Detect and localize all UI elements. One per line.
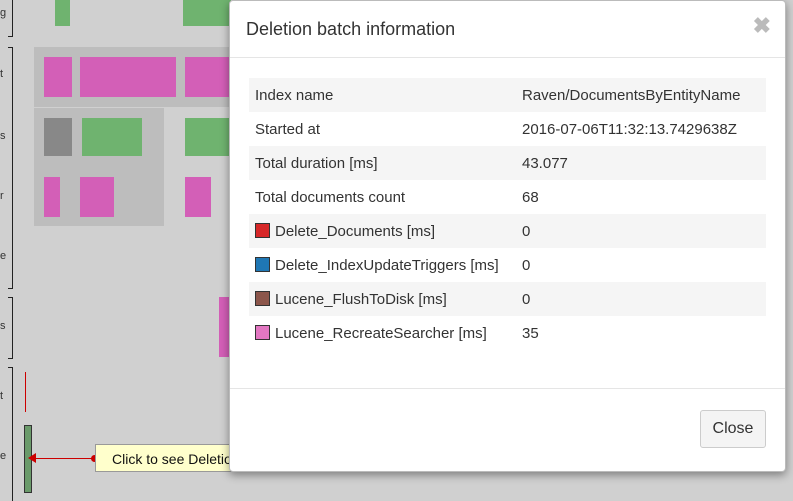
row-key-label: Lucene_RecreateSearcher [ms] [275,324,487,342]
row-value: 0 [522,256,531,274]
table-row: Delete_Documents [ms] 0 [249,214,766,248]
table-row: Delete_IndexUpdateTriggers [ms] 0 [249,248,766,282]
group-bracket [8,47,13,289]
row-key: Total duration [ms] [249,146,516,180]
dialog-footer: Close [230,388,785,471]
row-key-label: Total documents count [255,188,406,206]
row-value: 0 [522,222,531,240]
side-label: t [0,68,4,80]
group-bracket [8,297,13,359]
dialog-title: Deletion batch information [246,19,456,39]
group-bracket [8,367,13,501]
row-value: 0 [522,290,531,308]
group-bracket [8,0,13,37]
side-label: r [0,190,4,202]
table-row: Lucene_RecreateSearcher [ms] 35 [249,316,766,350]
table-row: Total duration [ms] 43.077 [249,146,766,180]
dialog-header: Deletion batch information ✖ [230,1,785,58]
row-key: Delete_IndexUpdateTriggers [ms] [249,248,516,282]
timeline-block [25,372,26,412]
timeline-block [80,57,176,97]
row-value: 43.077 [522,154,568,172]
row-key: Delete_Documents [ms] [249,214,516,248]
timeline-block [185,118,229,156]
side-label: e [0,250,7,262]
row-value: Raven/DocumentsByEntityName [522,86,741,104]
row-key-label: Started at [255,120,321,138]
row-key: Started at [249,112,516,146]
color-swatch-icon [255,222,270,238]
row-key-label: Total duration [ms] [255,154,378,172]
side-label: s [0,320,6,332]
row-key: Total documents count [249,180,516,214]
side-label: g [0,7,7,19]
timeline-block [185,177,211,217]
timeline-block [44,118,72,156]
table-row: Index name Raven/DocumentsByEntityName [249,78,766,112]
timeline-block [185,57,229,97]
timeline-block [44,57,72,97]
color-swatch-icon [255,256,270,272]
timeline-block [55,0,70,26]
row-key: Lucene_RecreateSearcher [ms] [249,316,516,350]
row-value: 35 [522,324,539,342]
close-icon[interactable]: ✖ [753,13,771,39]
deletion-batch-dialog: Deletion batch information ✖ Index name R… [229,0,786,472]
table-row: Lucene_FlushToDisk [ms] 0 [249,282,766,316]
side-label: e [0,450,7,462]
close-button[interactable]: Close [700,410,766,448]
info-table: Index name Raven/DocumentsByEntityName Sta… [249,78,766,350]
side-label: s [0,130,6,142]
color-swatch-icon [255,290,270,306]
color-swatch-icon [255,324,270,340]
side-label: t [0,390,4,402]
timeline-block [80,177,114,217]
timeline-block [44,177,60,217]
row-key-label: Delete_Documents [ms] [275,222,436,240]
row-key-label: Lucene_FlushToDisk [ms] [275,290,447,308]
row-key: Index name [249,78,516,112]
row-value: 68 [522,188,539,206]
table-row: Total documents count 68 [249,180,766,214]
row-key: Lucene_FlushToDisk [ms] [249,282,516,316]
timeline-block [183,0,231,26]
row-key-label: Delete_IndexUpdateTriggers [ms] [275,256,499,274]
table-row: Started at 2016-07-06T11:32:13.7429638Z [249,112,766,146]
row-value: 2016-07-06T11:32:13.7429638Z [522,120,737,138]
timeline-block [82,118,142,156]
dialog-body: Index name Raven/DocumentsByEntityName Sta… [230,58,785,370]
row-key-label: Index name [255,86,334,104]
arrow-line [34,458,94,459]
